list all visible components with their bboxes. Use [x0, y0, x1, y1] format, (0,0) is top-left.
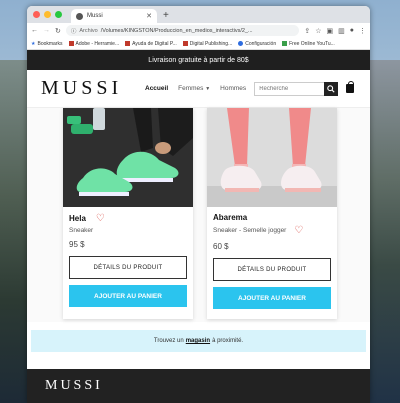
- nav-men[interactable]: Hommes: [220, 85, 246, 92]
- product-price: 60 $: [213, 242, 229, 251]
- close-window-button[interactable]: [33, 11, 40, 18]
- bookmark-item[interactable]: Free Online YouTu...: [282, 41, 335, 47]
- product-subtitle: Sneaker: [69, 227, 94, 234]
- bookmark-item[interactable]: Configuración: [238, 41, 276, 47]
- bookmarks-label[interactable]: ★ Bookmarks: [31, 41, 63, 47]
- product-image[interactable]: [63, 108, 193, 207]
- product-grid: Hela ♡ Sneaker 95 $ DÉTAILS DU PRODUIT A…: [27, 108, 370, 322]
- chevron-down-icon: ▼: [205, 86, 211, 92]
- product-details-button[interactable]: DÉTAILS DU PRODUIT: [69, 256, 187, 279]
- product-details-button[interactable]: DÉTAILS DU PRODUIT: [213, 258, 331, 281]
- reload-icon[interactable]: ↻: [55, 27, 61, 35]
- store-finder-text: à proximité.: [212, 338, 244, 344]
- store-finder-banner: Trouvez un magasin à proximité.: [31, 330, 366, 352]
- promo-banner: Livraison gratuite à partir de 80$: [27, 50, 370, 70]
- product-photo-green-sneakers: [63, 108, 193, 207]
- adobe-icon: [68, 41, 74, 46]
- forward-icon[interactable]: →: [43, 27, 50, 34]
- new-tab-button[interactable]: +: [163, 9, 169, 23]
- bookmarks-bar: ★ Bookmarks Adobe - Herramie... Ayuda de…: [27, 38, 370, 50]
- search-icon: [327, 84, 335, 93]
- product-price: 95 $: [69, 240, 85, 249]
- site-footer: MUSSI: [27, 369, 370, 403]
- shopping-bag-icon[interactable]: [346, 81, 355, 93]
- store-finder-link[interactable]: magasin: [186, 338, 210, 344]
- desktop-background-right: [370, 60, 400, 403]
- product-subtitle: Sneaker - Semelle jogger: [213, 227, 287, 234]
- adobe-icon: [182, 41, 188, 46]
- browser-window: Mussi ✕ + ← → ↻ ⓘ Archivo /Volumes/KINGS…: [27, 6, 370, 403]
- browser-tab[interactable]: Mussi ✕: [71, 9, 157, 23]
- product-card: Hela ♡ Sneaker 95 $ DÉTAILS DU PRODUIT A…: [63, 108, 193, 319]
- settings-icon: [238, 41, 244, 46]
- product-name: Hela: [69, 214, 86, 223]
- back-icon[interactable]: ←: [31, 27, 38, 34]
- bookmark-item[interactable]: Digital Publishing...: [182, 41, 232, 47]
- tab-bar: Mussi ✕ +: [27, 6, 370, 23]
- add-to-cart-button[interactable]: AJOUTER AU PANIER: [213, 287, 331, 309]
- extension-icon[interactable]: ▣: [327, 27, 334, 35]
- window-controls: [33, 11, 62, 18]
- share-icon[interactable]: ⇪: [304, 27, 310, 35]
- nav-home[interactable]: Accueil: [145, 85, 168, 92]
- zoom-window-button[interactable]: [55, 11, 62, 18]
- product-card: Abarema Sneaker - Semelle jogger ♡ 60 $ …: [207, 108, 337, 319]
- footer-logo[interactable]: MUSSI: [45, 378, 103, 394]
- profile-icon[interactable]: ●: [350, 27, 354, 34]
- product-name: Abarema: [213, 213, 248, 222]
- menu-icon[interactable]: ⋮: [359, 27, 366, 35]
- youtube-converter-icon: [282, 41, 288, 46]
- info-icon[interactable]: ⓘ: [71, 27, 77, 35]
- search-button[interactable]: [324, 81, 339, 96]
- star-icon: ★: [31, 40, 36, 47]
- bookmark-item[interactable]: Ayuda de Digital P...: [125, 41, 177, 47]
- main-nav: Accueil Femmes ▼ Hommes: [145, 85, 246, 92]
- minimize-window-button[interactable]: [44, 11, 51, 18]
- search-input[interactable]: [254, 81, 325, 96]
- bookmark-item[interactable]: Adobe - Herramie...: [68, 41, 119, 47]
- address-bar[interactable]: ⓘ Archivo /Volumes/KINGSTON/Produccion_e…: [65, 25, 300, 36]
- url-text: /Volumes/KINGSTON/Produccion_en_medios_i…: [100, 27, 253, 34]
- add-to-cart-button[interactable]: AJOUTER AU PANIER: [69, 285, 187, 307]
- site-logo[interactable]: MUSSI: [41, 77, 139, 100]
- desktop-background-left: [0, 60, 30, 403]
- browser-toolbar: ← → ↻ ⓘ Archivo /Volumes/KINGSTON/Produc…: [27, 23, 370, 38]
- web-page: Livraison gratuite à partir de 80$ MUSSI…: [27, 50, 370, 403]
- bookmark-star-icon[interactable]: ☆: [315, 27, 321, 35]
- nav-women[interactable]: Femmes ▼: [178, 85, 210, 92]
- url-scheme: Archivo: [79, 27, 98, 34]
- adobe-icon: [125, 41, 131, 46]
- sidebar-icon[interactable]: ▥: [338, 27, 345, 35]
- product-image[interactable]: [207, 108, 337, 207]
- store-finder-text: Trouvez un: [153, 338, 184, 344]
- site-header: MUSSI Accueil Femmes ▼ Hommes: [27, 70, 370, 108]
- tab-close-icon[interactable]: ✕: [146, 12, 152, 20]
- product-photo-pink-sneakers: [207, 108, 337, 207]
- heart-icon[interactable]: ♡: [294, 225, 303, 236]
- heart-icon[interactable]: ♡: [96, 213, 105, 224]
- favicon-icon: [76, 12, 83, 20]
- tab-title: Mussi: [87, 13, 103, 19]
